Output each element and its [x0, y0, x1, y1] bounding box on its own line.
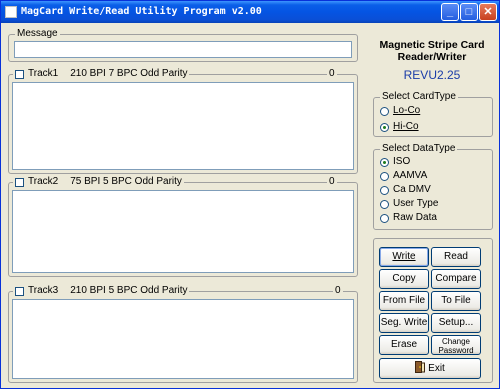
exit-door-icon	[415, 361, 426, 373]
track3-settings: 210 BPI 5 BPC Odd Parity	[70, 285, 188, 296]
track1-checkbox[interactable]	[15, 69, 24, 79]
read-button-label: Read	[444, 251, 468, 262]
radio-raw-data[interactable]: Raw Data	[380, 212, 437, 224]
from-file-button[interactable]: From File	[379, 291, 429, 311]
message-field[interactable]	[14, 41, 352, 58]
compare-button[interactable]: Compare	[431, 269, 481, 289]
close-button[interactable]: ✕	[479, 3, 497, 21]
setup-button[interactable]: Setup...	[431, 313, 481, 333]
radio-circle[interactable]	[380, 171, 389, 181]
radio-label: AAMVA	[393, 170, 428, 181]
app-icon	[5, 6, 17, 18]
maximize-button[interactable]: □	[460, 3, 478, 21]
track3-header: Track3 210 BPI 5 BPC Odd Parity	[13, 285, 190, 297]
radio-label: ISO	[393, 156, 411, 167]
radio-label: User Type	[393, 198, 439, 209]
radio-circle[interactable]	[380, 122, 389, 132]
seg-write-button[interactable]: Seg. Write	[379, 313, 429, 333]
track2-label: Track2	[28, 176, 59, 187]
track2-group: Track2 75 BPI 5 BPC Odd Parity 0	[8, 176, 358, 277]
radio-user-type[interactable]: User Type	[380, 198, 438, 210]
track1-data-field[interactable]	[12, 82, 354, 170]
track3-group: Track3 210 BPI 5 BPC Odd Parity 0	[8, 285, 358, 383]
copy-button-label: Copy	[392, 273, 416, 284]
message-group: Message	[8, 28, 358, 62]
radio-circle[interactable]	[380, 157, 389, 167]
track3-checkbox[interactable]	[15, 286, 24, 296]
card-type-label: Select CardType	[380, 91, 458, 103]
radio-circle[interactable]	[380, 185, 389, 195]
track1-settings: 210 BPI 7 BPC Odd Parity	[70, 68, 188, 79]
radio-circle[interactable]	[380, 213, 389, 223]
track1-header: Track1 210 BPI 7 BPC Odd Parity	[13, 68, 190, 80]
radio-label: Hi-Co	[393, 121, 419, 132]
radio-iso[interactable]: ISO	[380, 156, 410, 168]
window-title: MagCard Write/Read Utility Program v2.00	[21, 6, 262, 17]
track3-data-field[interactable]	[12, 299, 354, 379]
device-info-panel: Magnetic Stripe Card Reader/Writer REVU2…	[371, 29, 493, 88]
app-window: MagCard Write/Read Utility Program v2.00…	[0, 0, 500, 389]
track2-count: 0	[327, 176, 337, 188]
setup-button-label: Setup...	[438, 317, 474, 328]
track3-label: Track3	[28, 285, 59, 296]
radio-circle[interactable]	[380, 199, 389, 209]
radio-ca-dmv[interactable]: Ca DMV	[380, 184, 431, 196]
data-type-label: Select DataType	[380, 143, 458, 155]
exit-button-label: Exit	[428, 363, 445, 374]
data-type-group: Select DataType ISO AAMVA Ca DMV User Ty…	[373, 143, 493, 230]
write-button-label: Write	[392, 251, 416, 262]
erase-button[interactable]: Erase	[379, 335, 429, 355]
firmware-revision: REVU2.25	[403, 68, 461, 82]
radio-label: Raw Data	[393, 212, 437, 223]
copy-button[interactable]: Copy	[379, 269, 429, 289]
from-file-button-label: From File	[382, 295, 426, 306]
track2-header: Track2 75 BPI 5 BPC Odd Parity	[13, 176, 184, 188]
device-name: Magnetic Stripe Card Reader/Writer	[379, 39, 485, 63]
track1-label: Track1	[28, 68, 59, 79]
change-password-button-label: Change Password	[438, 337, 474, 355]
radio-hi-co[interactable]: Hi-Co	[380, 121, 419, 133]
radio-aamva[interactable]: AAMVA	[380, 170, 427, 182]
erase-button-label: Erase	[390, 339, 418, 350]
track1-count: 0	[327, 68, 337, 80]
action-button-panel: Write Read Copy Compare From File To Fil…	[373, 238, 493, 383]
compare-button-label: Compare	[435, 273, 477, 284]
minimize-button[interactable]: _	[441, 3, 459, 21]
card-type-group: Select CardType Lo-Co Hi-Co	[373, 91, 493, 137]
track2-settings: 75 BPI 5 BPC Odd Parity	[70, 176, 182, 187]
title-bar[interactable]: MagCard Write/Read Utility Program v2.00…	[1, 1, 499, 23]
read-button[interactable]: Read	[431, 247, 481, 267]
message-label: Message	[15, 28, 60, 40]
to-file-button[interactable]: To File	[431, 291, 481, 311]
track2-data-field[interactable]	[12, 190, 354, 273]
change-password-button[interactable]: Change Password	[431, 335, 481, 355]
write-button[interactable]: Write	[379, 247, 429, 267]
track1-group: Track1 210 BPI 7 BPC Odd Parity 0	[8, 68, 358, 174]
track2-checkbox[interactable]	[15, 177, 24, 187]
exit-button[interactable]: Exit	[379, 358, 481, 379]
seg-write-button-label: Seg. Write	[380, 317, 428, 328]
radio-lo-co[interactable]: Lo-Co	[380, 105, 420, 117]
radio-circle[interactable]	[380, 106, 389, 116]
radio-label: Ca DMV	[393, 184, 431, 195]
to-file-button-label: To File	[441, 295, 471, 306]
radio-label: Lo-Co	[393, 105, 421, 116]
track3-count: 0	[333, 285, 343, 297]
